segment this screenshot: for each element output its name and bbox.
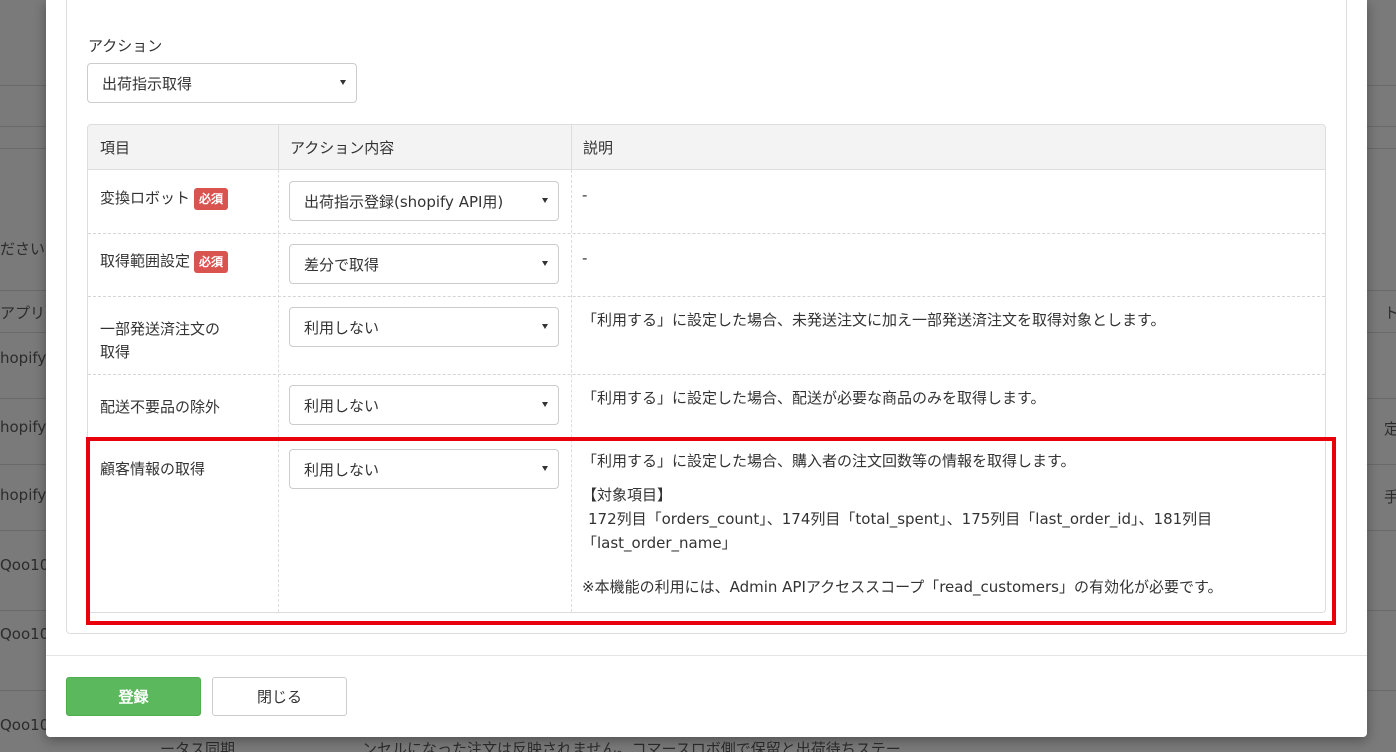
column-divider <box>571 125 572 170</box>
table-row-item: 顧客情報の取得 <box>100 458 205 481</box>
bg-text: ださい <box>0 240 46 258</box>
customer-info-description: 「利用する」に設定した場合、購入者の注文回数等の情報を取得します。 【対象項目】… <box>582 449 1312 599</box>
item-label: 変換ロボット <box>100 189 191 207</box>
register-button[interactable]: 登録 <box>66 677 201 716</box>
row-divider <box>88 374 1325 375</box>
item-label: 一部発送済注文の <box>100 320 221 338</box>
bg-text: アプリ <box>0 304 46 322</box>
item-label: 顧客情報の取得 <box>100 460 206 478</box>
chevron-down-icon <box>340 80 346 85</box>
action-label: アクション <box>88 37 163 55</box>
row-description: - <box>582 249 588 267</box>
row-description: 「利用する」に設定した場合、未発送注文に加え一部発送済注文を取得対象とします。 <box>582 311 1166 329</box>
row-divider <box>88 437 1325 438</box>
header-action: アクション内容 <box>290 139 395 157</box>
chevron-down-icon <box>542 198 548 203</box>
required-badge: 必須 <box>194 187 229 210</box>
bg-text: ト <box>1384 304 1396 322</box>
action-settings-table: 項目 アクション内容 説明 変換ロボット 必須 出荷指示登録(shopify AP… <box>87 124 1326 613</box>
item-label: 取得 <box>100 343 131 361</box>
robot-select[interactable]: 出荷指示登録(shopify API用) <box>289 181 559 221</box>
action-settings-modal: アクション 出荷指示取得 項目 アクション内容 説明 変換ロボット 必須 出荷指… <box>46 0 1367 737</box>
chevron-down-icon <box>542 466 548 471</box>
column-divider <box>278 170 279 612</box>
settings-panel: アクション 出荷指示取得 項目 アクション内容 説明 変換ロボット 必須 出荷指… <box>66 0 1347 634</box>
item-label: 取得範囲設定 <box>100 252 191 270</box>
row-description: 「利用する」に設定した場合、購入者の注文回数等の情報を取得します。 <box>582 452 1076 470</box>
row-divider <box>88 233 1325 234</box>
close-button[interactable]: 閉じる <box>212 677 347 716</box>
partial-shipped-select-value: 利用しない <box>304 318 380 337</box>
table-row-item: 取得範囲設定 必須 <box>100 250 229 273</box>
partial-shipped-select[interactable]: 利用しない <box>289 307 559 347</box>
table-header: 項目 アクション内容 説明 <box>88 125 1325 170</box>
action-select[interactable]: 出荷指示取得 <box>87 63 357 103</box>
target-line: 「last_order_name」 <box>582 534 737 552</box>
bg-text: hopify <box>0 486 47 504</box>
exclude-unshipped-select[interactable]: 利用しない <box>289 385 559 425</box>
bg-text: hopify <box>0 349 47 367</box>
table-row-item: 配送不要品の除外 <box>100 396 220 419</box>
chevron-down-icon <box>542 402 548 407</box>
bg-text: ンセルになった注文は反映されません。コマースロボ側で保留と出荷待ちステー <box>362 740 901 752</box>
chevron-down-icon <box>542 261 548 266</box>
row-description: - <box>582 186 588 204</box>
bg-text: hopify <box>0 418 47 436</box>
target-heading: 【対象項目】 <box>582 486 673 504</box>
table-row-item: 一部発送済注文の 取得 <box>100 318 220 364</box>
footer-divider <box>46 655 1367 656</box>
column-divider <box>571 170 572 612</box>
row-divider <box>88 296 1325 297</box>
chevron-down-icon <box>542 324 548 329</box>
bg-text: 手 <box>1384 488 1396 506</box>
table-row-item: 変換ロボット 必須 <box>100 187 229 210</box>
item-label: 配送不要品の除外 <box>100 398 221 416</box>
header-item: 項目 <box>100 139 131 157</box>
target-line: 172列目「orders_count」、174列目「total_spent」、1… <box>588 510 1213 528</box>
column-divider <box>278 125 279 170</box>
customer-info-select[interactable]: 利用しない <box>289 449 559 489</box>
customer-info-select-value: 利用しない <box>304 460 380 479</box>
bg-text: Qoo10 <box>0 556 50 574</box>
action-select-value: 出荷指示取得 <box>102 74 193 93</box>
bg-text: Qoo10 <box>0 625 50 643</box>
robot-select-value: 出荷指示登録(shopify API用) <box>304 192 504 211</box>
bg-text: 定 <box>1384 420 1396 438</box>
bg-text: Qoo10 <box>0 716 50 734</box>
bg-text: ータス同期 <box>160 740 236 752</box>
required-badge: 必須 <box>194 250 229 273</box>
header-description: 説明 <box>583 139 614 157</box>
range-select[interactable]: 差分で取得 <box>289 244 559 284</box>
range-select-value: 差分で取得 <box>304 255 380 274</box>
scope-note: ※本機能の利用には、Admin APIアクセススコープ「read_custome… <box>582 578 1223 596</box>
exclude-unshipped-select-value: 利用しない <box>304 396 380 415</box>
row-description: 「利用する」に設定した場合、配送が必要な商品のみを取得します。 <box>582 389 1046 407</box>
